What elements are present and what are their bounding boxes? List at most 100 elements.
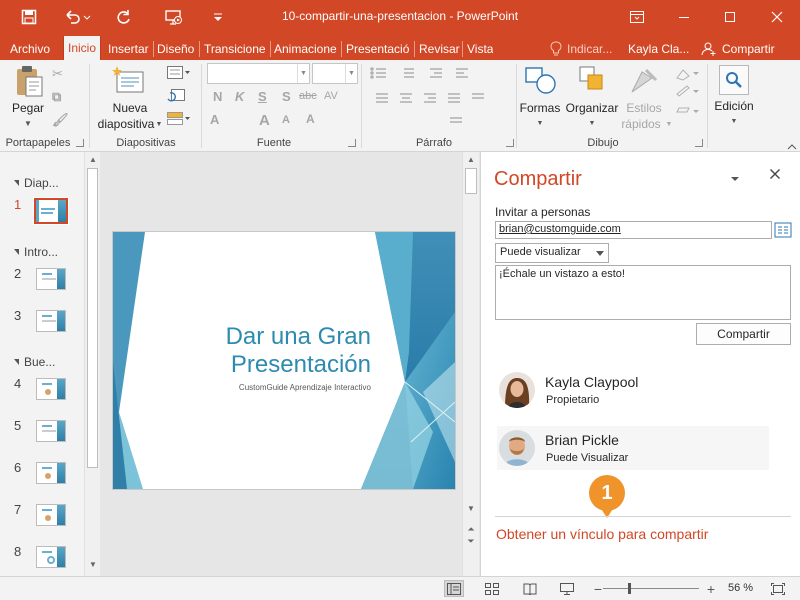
paste-icon[interactable] <box>14 64 43 98</box>
slide-number-1: 1 <box>14 197 22 212</box>
slide-thumbnail-6[interactable] <box>36 462 66 484</box>
ribbon-display-icon[interactable] <box>614 0 660 34</box>
arrange-dropdown-icon[interactable]: ▼ <box>586 116 598 132</box>
new-slide-dropdown-icon[interactable]: ▼ <box>154 117 164 133</box>
next-slide-icon[interactable]: ⏷ <box>464 536 478 547</box>
tab-inicio[interactable]: Inicio <box>63 36 102 60</box>
scroll-up-icon[interactable]: ▲ <box>86 155 100 164</box>
paste-label[interactable]: Pegar <box>10 100 46 116</box>
invite-email-field[interactable]: brian@customguide.com <box>495 221 772 239</box>
font-name-field[interactable]: ▼ <box>207 63 310 84</box>
permission-dropdown[interactable]: Puede visualizar <box>495 243 609 263</box>
get-sharing-link[interactable]: Obtener un vínculo para compartir <box>496 526 708 542</box>
shapes-icon[interactable] <box>524 64 558 98</box>
clipboard-launcher-icon[interactable] <box>76 139 84 147</box>
address-book-icon[interactable] <box>774 222 792 238</box>
fit-to-window-icon[interactable] <box>768 580 788 597</box>
lightbulb-icon[interactable] <box>550 38 566 60</box>
section-header-1[interactable]: Diap... <box>14 176 59 190</box>
share-person-icon[interactable] <box>701 38 717 60</box>
pane-options-icon[interactable] <box>729 172 741 182</box>
person-kayla[interactable]: Kayla Claypool Propietario <box>497 368 769 412</box>
zoom-level[interactable]: 56 % <box>728 582 753 594</box>
slide-sorter-icon[interactable] <box>482 580 502 597</box>
share-tab-button[interactable]: Compartir <box>722 38 775 60</box>
bold-button[interactable]: N <box>213 89 222 104</box>
slide-thumbnail-5[interactable] <box>36 420 66 442</box>
reading-view-icon[interactable] <box>520 580 540 597</box>
collapse-ribbon-icon[interactable] <box>787 140 797 150</box>
italic-button[interactable]: K <box>235 89 244 104</box>
editor-scroll-thumb[interactable] <box>465 168 477 194</box>
tell-me-box[interactable]: Indicar... <box>567 38 612 60</box>
slide-thumbnail-3[interactable] <box>36 310 66 332</box>
editing-label[interactable]: Edición <box>710 98 758 114</box>
slide-thumbnail-2[interactable] <box>36 268 66 290</box>
section-header-3[interactable]: Bue... <box>14 355 55 369</box>
slide-subtitle[interactable]: CustomGuide Aprendizaje Interactivo <box>131 383 371 392</box>
tab-archivo[interactable]: Archivo <box>10 38 50 60</box>
quick-styles-label-2[interactable]: rápidos <box>616 116 666 132</box>
slide-thumbnail-1[interactable] <box>33 197 69 225</box>
shadow-button[interactable]: S <box>282 89 291 104</box>
find-icon[interactable] <box>719 65 749 95</box>
slide-canvas[interactable]: Dar una Gran Presentación CustomGuide Ap… <box>113 232 455 489</box>
slide-number-3: 3 <box>14 308 22 323</box>
arrange-label[interactable]: Organizar <box>564 100 620 116</box>
paste-dropdown-icon[interactable]: ▼ <box>22 116 34 132</box>
share-button[interactable]: Compartir <box>696 323 791 345</box>
section-header-2[interactable]: Intro... <box>14 245 58 259</box>
underline-button[interactable]: S <box>258 89 267 104</box>
quick-styles-label-1[interactable]: Estilos <box>620 100 668 116</box>
font-size-field[interactable]: ▼ <box>312 63 358 84</box>
strikethrough-button[interactable]: abc <box>299 90 317 102</box>
zoom-slider-thumb[interactable] <box>628 583 631 594</box>
reset-icon[interactable] <box>167 89 185 105</box>
share-message-field[interactable]: ¡Échale un vistazo a esto! <box>495 265 791 320</box>
slide-title[interactable]: Dar una Gran Presentación <box>131 323 371 379</box>
layout-icon[interactable] <box>167 66 191 82</box>
editor-scroll-down-icon[interactable]: ▼ <box>464 504 478 513</box>
slide-editing-area: Dar una Gran Presentación CustomGuide Ap… <box>101 152 479 576</box>
shapes-dropdown-icon[interactable]: ▼ <box>534 116 546 132</box>
minimize-icon[interactable] <box>661 0 707 34</box>
tab-transiciones[interactable]: Transicione <box>204 38 268 60</box>
editor-scrollbar[interactable]: ▲ ▼ ⏶ ⏷ <box>462 152 479 576</box>
tab-insertar[interactable]: Insertar <box>108 38 149 60</box>
slide-thumbnail-8[interactable] <box>36 546 66 568</box>
new-slide-icon[interactable] <box>112 65 146 95</box>
shapes-label[interactable]: Formas <box>518 100 562 116</box>
normal-view-icon[interactable] <box>444 580 464 597</box>
user-name[interactable]: Kayla Cla... <box>628 38 689 60</box>
paragraph-launcher-icon[interactable] <box>506 139 514 147</box>
slideshow-view-icon[interactable] <box>557 580 577 597</box>
new-slide-label-2[interactable]: diapositiva <box>93 116 159 132</box>
permission-value: Puede visualizar <box>500 246 581 258</box>
new-slide-label-1[interactable]: Nueva <box>105 100 155 116</box>
char-spacing-button[interactable]: AV <box>324 90 338 102</box>
slides-pane-scroll-thumb[interactable] <box>87 168 98 468</box>
editor-scroll-up-icon[interactable]: ▲ <box>464 155 478 164</box>
arrange-icon[interactable] <box>576 64 608 98</box>
slides-pane-scrollbar[interactable]: ▲ ▼ <box>84 152 100 576</box>
slide-thumbnail-7[interactable] <box>36 504 66 526</box>
editing-dropdown-icon[interactable]: ▼ <box>728 114 740 130</box>
tab-revisar[interactable]: Revisar <box>419 38 460 60</box>
close-icon[interactable] <box>754 0 800 34</box>
tab-vista[interactable]: Vista <box>467 38 493 60</box>
tab-presentacion[interactable]: Presentació <box>346 38 411 60</box>
zoom-in-icon[interactable]: + <box>701 580 721 597</box>
maximize-icon[interactable] <box>707 0 753 34</box>
font-launcher-icon[interactable] <box>348 139 356 147</box>
zoom-slider[interactable] <box>603 588 699 589</box>
pane-close-icon[interactable] <box>769 168 783 182</box>
section-icon[interactable] <box>167 112 191 128</box>
previous-slide-icon[interactable]: ⏶ <box>464 524 478 535</box>
scroll-down-icon[interactable]: ▼ <box>86 560 100 569</box>
slide-thumbnail-4[interactable] <box>36 378 66 400</box>
drawing-launcher-icon[interactable] <box>695 139 703 147</box>
person-brian[interactable]: Brian Pickle Puede Visualizar <box>497 426 769 470</box>
tab-diseno[interactable]: Diseño <box>157 38 194 60</box>
tab-animaciones[interactable]: Animacione <box>274 38 338 60</box>
quick-styles-icon[interactable] <box>628 66 660 98</box>
